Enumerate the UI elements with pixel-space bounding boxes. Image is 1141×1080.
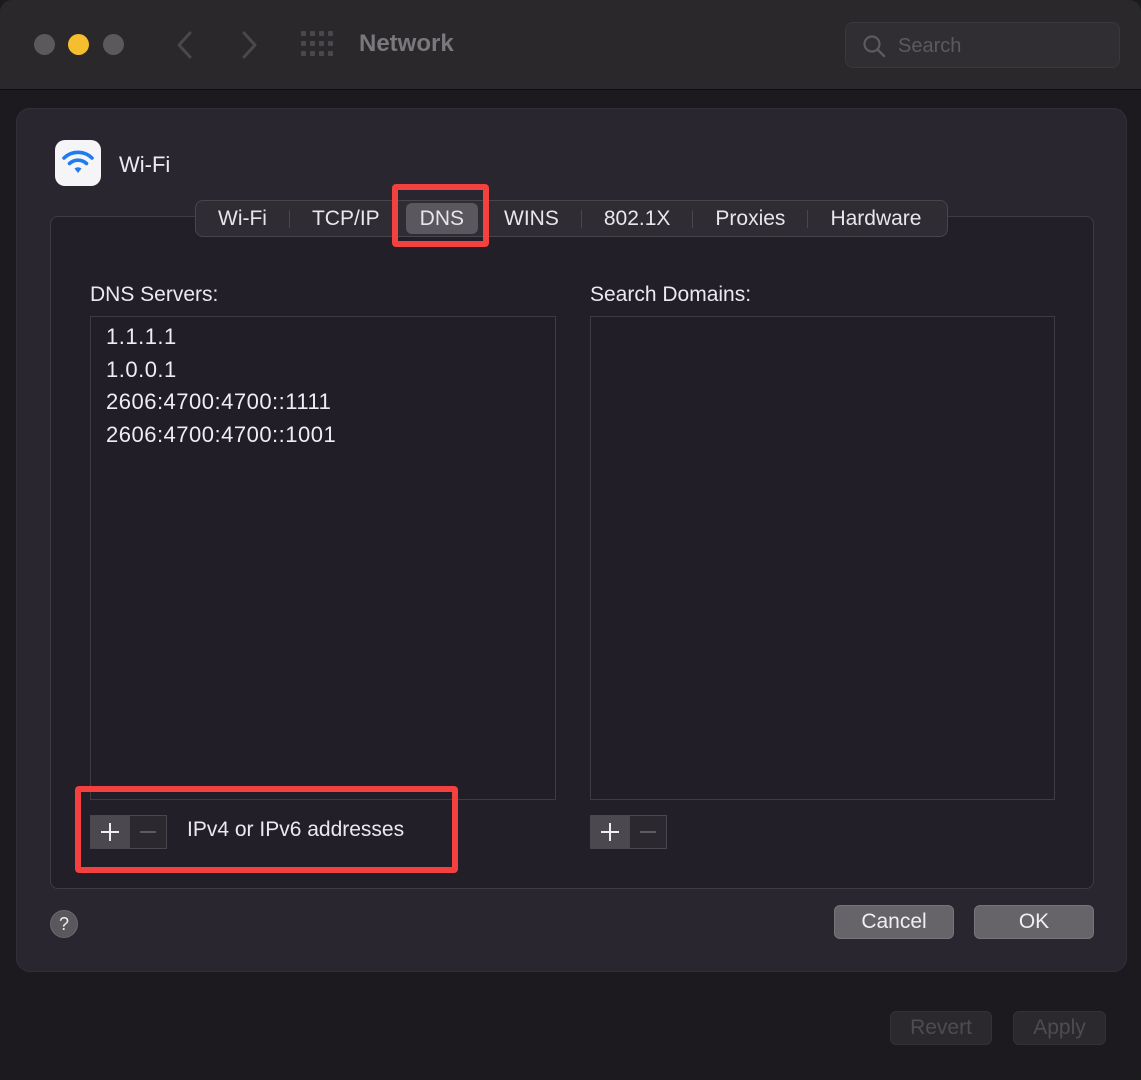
service-name: Wi-Fi <box>119 152 171 177</box>
tab-wifi[interactable]: Wi-Fi <box>196 203 289 234</box>
tab-proxies[interactable]: Proxies <box>693 203 807 234</box>
add-search-domain-button[interactable] <box>591 816 629 848</box>
list-item[interactable]: 2606:4700:4700::1001 <box>91 419 555 452</box>
search-field[interactable]: Search <box>845 22 1120 68</box>
search-domains-list[interactable] <box>590 316 1055 800</box>
zoom-window-button[interactable] <box>103 34 124 55</box>
tab-bar: Wi-Fi TCP/IP DNS WINS 802.1X Proxies Har… <box>195 200 948 237</box>
minimize-window-button[interactable] <box>68 34 89 55</box>
search-icon <box>862 34 886 58</box>
system-preferences-window: Network Search Wi-Fi Wi-Fi TCP/IP DNS WI… <box>0 0 1141 1080</box>
advanced-settings-sheet: Wi-Fi Wi-Fi TCP/IP DNS WINS 802.1X Proxi… <box>16 108 1127 972</box>
search-domains-label: Search Domains: <box>590 283 752 306</box>
chevron-left-icon[interactable] <box>170 28 200 62</box>
chevron-right-icon[interactable] <box>234 28 264 62</box>
tab-hardware[interactable]: Hardware <box>808 203 943 234</box>
wifi-icon <box>55 140 101 186</box>
tab-8021x[interactable]: 802.1X <box>582 203 693 234</box>
dns-tab-highlight <box>392 184 489 247</box>
dns-servers-label: DNS Servers: <box>90 283 219 306</box>
window-title: Network <box>359 30 454 57</box>
list-item[interactable]: 1.0.0.1 <box>91 354 555 387</box>
title-bar: Network Search <box>0 0 1141 90</box>
minus-icon <box>639 831 656 833</box>
apply-button[interactable]: Apply <box>1013 1011 1106 1045</box>
remove-search-domain-button[interactable] <box>628 816 666 848</box>
list-item[interactable]: 1.1.1.1 <box>91 321 555 354</box>
grid-icon[interactable] <box>300 30 334 58</box>
dns-servers-list[interactable]: 1.1.1.1 1.0.0.1 2606:4700:4700::1111 260… <box>90 316 556 800</box>
revert-button[interactable]: Revert <box>890 1011 992 1045</box>
plus-icon <box>600 823 619 841</box>
tab-wins[interactable]: WINS <box>482 203 581 234</box>
ok-button[interactable]: OK <box>974 905 1094 939</box>
close-window-button[interactable] <box>34 34 55 55</box>
list-item[interactable]: 2606:4700:4700::1111 <box>91 386 555 419</box>
search-placeholder: Search <box>898 35 962 57</box>
add-dns-highlight <box>75 786 458 873</box>
tab-tcpip[interactable]: TCP/IP <box>290 203 402 234</box>
domains-add-remove-control <box>590 815 667 849</box>
cancel-button[interactable]: Cancel <box>834 905 954 939</box>
help-button[interactable]: ? <box>50 910 78 938</box>
